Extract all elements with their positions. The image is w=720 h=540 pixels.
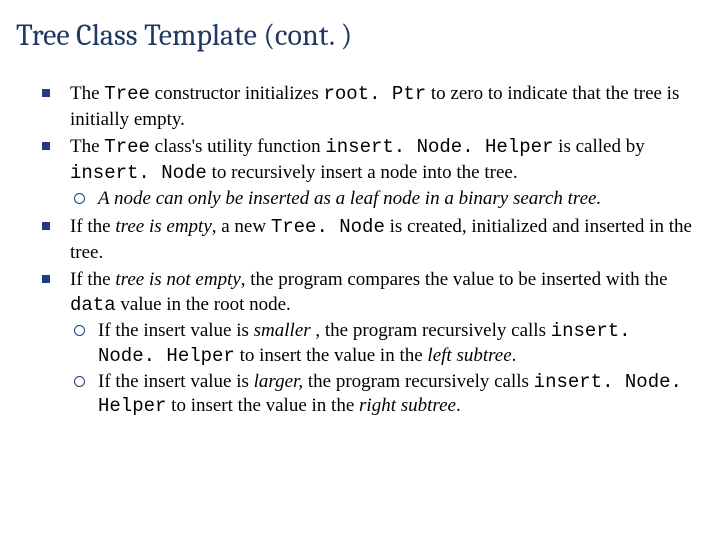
text: value in the root node. (116, 294, 291, 315)
text: to recursively insert a node into the tr… (207, 162, 518, 183)
text: If the (70, 269, 115, 290)
bullet-list: The Tree constructor initializes root. P… (42, 81, 696, 419)
code-text: Tree (104, 83, 150, 105)
italic-text: right subtree (359, 395, 456, 416)
bullet-item: The Tree constructor initializes root. P… (42, 81, 696, 132)
text: to insert the value in the (166, 395, 359, 416)
code-text: data (70, 294, 116, 316)
italic-text: A node can only be inserted as a leaf no… (98, 188, 601, 209)
sub-bullet-list: A node can only be inserted as a leaf no… (70, 187, 696, 212)
sub-bullet-item: If the insert value is larger, the progr… (70, 370, 696, 419)
bullet-item: The Tree class's utility function insert… (42, 134, 696, 212)
text: If the insert value is (98, 371, 254, 392)
italic-text: larger, (254, 371, 303, 392)
text: class's utility function (150, 136, 325, 157)
text: . (512, 345, 517, 366)
text: The (70, 136, 104, 157)
sub-bullet-list: If the insert value is smaller , the pro… (70, 319, 696, 419)
text: constructor initializes (150, 83, 324, 104)
italic-text: tree is empty (115, 216, 211, 237)
text: If the (70, 216, 115, 237)
text: . (456, 395, 461, 416)
text: The (70, 83, 104, 104)
slide: Tree Class Template (cont. ) The Tree co… (0, 0, 720, 439)
text: to insert the value in the (235, 345, 428, 366)
italic-text: tree is not empty (115, 269, 240, 290)
code-text: root. Ptr (324, 83, 427, 105)
code-text: Tree. Node (271, 216, 385, 238)
text: the program recursively calls (303, 371, 534, 392)
text: , the program compares the value to be i… (241, 269, 668, 290)
sub-bullet-item: A node can only be inserted as a leaf no… (70, 187, 696, 212)
bullet-item: If the tree is not empty, the program co… (42, 267, 696, 419)
sub-bullet-item: If the insert value is smaller , the pro… (70, 319, 696, 368)
italic-text: smaller (254, 320, 311, 341)
slide-content: The Tree constructor initializes root. P… (12, 81, 702, 419)
italic-text: left subtree (427, 345, 511, 366)
text: , the program recursively calls (311, 320, 551, 341)
slide-title: Tree Class Template (cont. ) (16, 18, 702, 53)
bullet-item: If the tree is empty, a new Tree. Node i… (42, 214, 696, 265)
code-text: insert. Node (70, 162, 207, 184)
text: If the insert value is (98, 320, 254, 341)
text: is called by (553, 136, 644, 157)
code-text: Tree (104, 136, 150, 158)
text: , a new (212, 216, 271, 237)
code-text: insert. Node. Helper (325, 136, 553, 158)
